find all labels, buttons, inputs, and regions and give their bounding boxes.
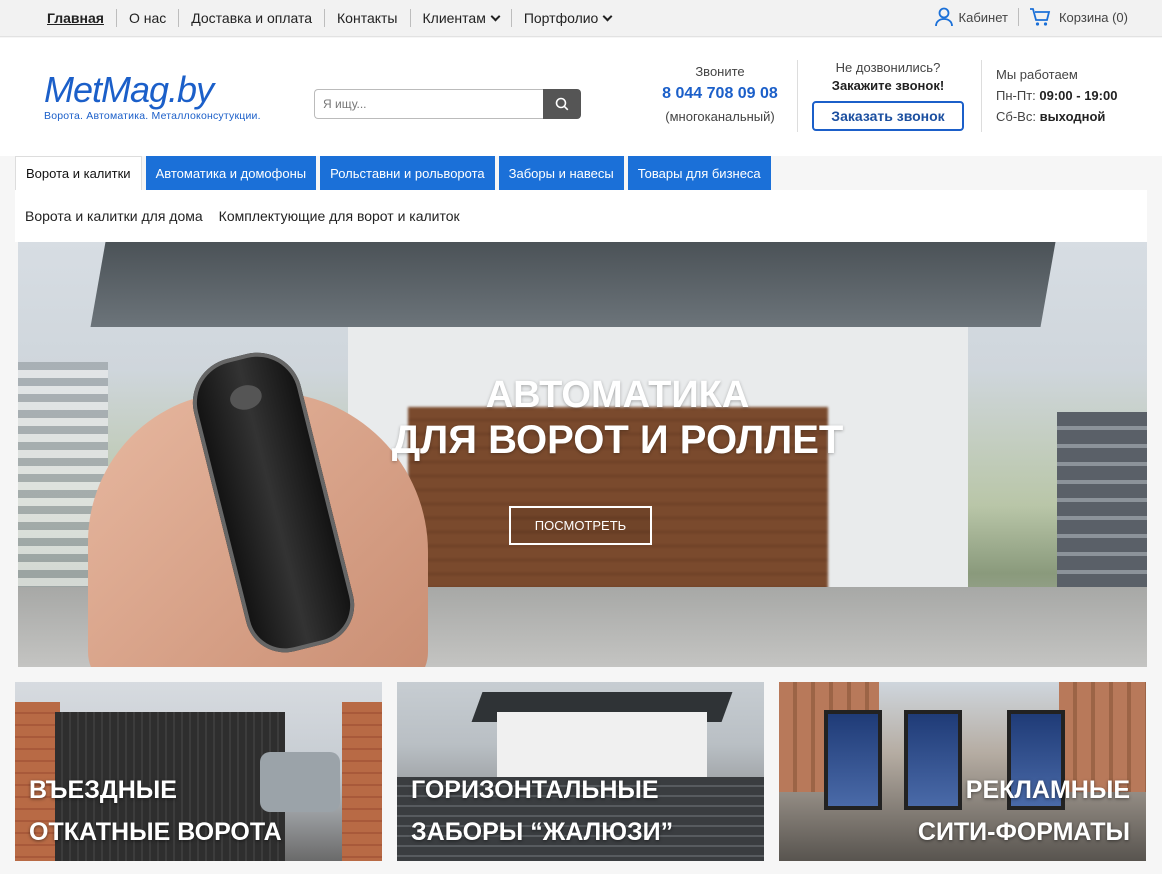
- user-icon: [934, 7, 953, 27]
- subnav-components[interactable]: Комплектующие для ворот и калиток: [219, 208, 460, 224]
- contact-label: Звоните: [695, 64, 745, 79]
- card-title-line1: ВЪЕЗДНЫЕ: [29, 776, 177, 804]
- card-image-billboard: [904, 710, 962, 810]
- phone-note: (многоканальный): [665, 109, 775, 124]
- contact-block: Звоните 8 044 708 09 08 (многоканальный): [650, 64, 790, 124]
- card-image-billboard: [824, 710, 882, 810]
- hero-banner[interactable]: АВТОМАТИКА ДЛЯ ВОРОТ И РОЛЛЕТ ПОСМОТРЕТЬ: [18, 242, 1147, 667]
- cart-icon: [1029, 8, 1051, 26]
- subnav-home-gates[interactable]: Ворота и калитки для дома: [25, 208, 203, 224]
- cart-label: Корзина (0): [1058, 9, 1128, 25]
- tab-automation[interactable]: Автоматика и домофоны: [145, 156, 317, 190]
- promo-card-louver-fences[interactable]: ГОРИЗОНТАЛЬНЫЕ ЗАБОРЫ “ЖАЛЮЗИ”: [397, 682, 764, 861]
- phone-number[interactable]: 8 044 708 09 08: [650, 85, 790, 103]
- divider: [981, 60, 982, 132]
- order-call-button[interactable]: Заказать звонок: [812, 101, 964, 131]
- weekend-label: Сб-Вс:: [996, 109, 1036, 124]
- nav-contacts[interactable]: Контакты: [324, 9, 409, 27]
- tab-gates[interactable]: Ворота и калитки: [15, 156, 142, 190]
- logo[interactable]: MetMag.by Ворота. Автоматика. Металлокон…: [44, 69, 261, 123]
- card-image-car: [260, 752, 340, 812]
- hours-weekdays: Пн-Пт: 09:00 - 19:00: [996, 85, 1117, 106]
- promo-card-city-formats[interactable]: РЕКЛАМНЫЕ СИТИ-ФОРМАТЫ: [779, 682, 1146, 861]
- card-title-line2: СИТИ-ФОРМАТЫ: [917, 818, 1130, 846]
- divider: [797, 60, 798, 132]
- chevron-down-icon: [602, 11, 613, 21]
- logo-text: MetMag.by: [44, 69, 214, 110]
- nav-portfolio-label: Портфолио: [523, 10, 599, 26]
- top-nav: Главная О нас Доставка и оплата Контакты…: [35, 9, 623, 27]
- nav-clients[interactable]: Клиентам: [409, 9, 511, 27]
- nav-clients-label: Клиентам: [422, 10, 486, 26]
- promo-card-sliding-gates[interactable]: ВЪЕЗДНЫЕ ОТКАТНЫЕ ВОРОТА: [15, 682, 382, 861]
- nav-delivery[interactable]: Доставка и оплата: [178, 9, 324, 27]
- top-bar: Главная О нас Доставка и оплата Контакты…: [0, 0, 1162, 37]
- card-image-brick: [342, 702, 382, 861]
- callback-line2: Закажите звонок!: [831, 78, 945, 93]
- header: MetMag.by Ворота. Автоматика. Металлокон…: [0, 38, 1162, 156]
- category-tabs: Ворота и калитки Автоматика и домофоны Р…: [15, 156, 775, 190]
- card-title-line2: ЗАБОРЫ “ЖАЛЮЗИ”: [411, 818, 674, 846]
- tab-shutters[interactable]: Рольставни и рольворота: [320, 156, 495, 190]
- card-title-line2: ОТКАТНЫЕ ВОРОТА: [29, 818, 282, 846]
- sub-navigation: Ворота и калитки для дома Комплектующие …: [15, 190, 1147, 242]
- callback-block: Не дозвонились? Закажите звонок! Заказат…: [812, 60, 964, 131]
- working-hours: Мы работаем Пн-Пт: 09:00 - 19:00 Сб-Вс: …: [996, 64, 1117, 127]
- user-links: Кабинет Корзина (0): [934, 7, 1128, 27]
- weekdays-label: Пн-Пт:: [996, 88, 1036, 103]
- hero-view-button[interactable]: ПОСМОТРЕТЬ: [509, 506, 652, 545]
- callback-line1: Не дозвонились?: [835, 60, 941, 75]
- tab-fences[interactable]: Заборы и навесы: [498, 156, 624, 190]
- card-title-line1: ГОРИЗОНТАЛЬНЫЕ: [411, 776, 659, 804]
- nav-home[interactable]: Главная: [35, 9, 116, 27]
- hero-title-line2: ДЛЯ ВОРОТ И РОЛЛЕТ: [391, 418, 844, 462]
- nav-about[interactable]: О нас: [115, 9, 178, 27]
- hours-title: Мы работаем: [996, 67, 1078, 82]
- logo-tagline: Ворота. Автоматика. Металлоконсутукции.: [44, 110, 261, 122]
- weekdays-value: 09:00 - 19:00: [1039, 88, 1118, 103]
- cart-link[interactable]: Корзина (0): [1029, 7, 1128, 27]
- chevron-down-icon: [490, 11, 501, 21]
- cabinet-link[interactable]: Кабинет: [934, 7, 1008, 27]
- nav-portfolio[interactable]: Портфолио: [510, 9, 624, 27]
- card-title-line1: РЕКЛАМНЫЕ: [965, 776, 1130, 804]
- cabinet-label: Кабинет: [958, 9, 1008, 25]
- search-bar: [314, 89, 581, 119]
- search-input[interactable]: [314, 89, 543, 119]
- hero-title-line1: АВТОМАТИКА: [485, 374, 750, 416]
- weekend-value: выходной: [1039, 109, 1106, 124]
- search-icon: [555, 97, 569, 111]
- divider: [1017, 8, 1019, 26]
- tab-business[interactable]: Товары для бизнеса: [627, 156, 771, 190]
- search-button[interactable]: [543, 89, 581, 119]
- hero-roof-image: [90, 242, 1056, 327]
- hours-weekend: Сб-Вс: выходной: [996, 106, 1117, 127]
